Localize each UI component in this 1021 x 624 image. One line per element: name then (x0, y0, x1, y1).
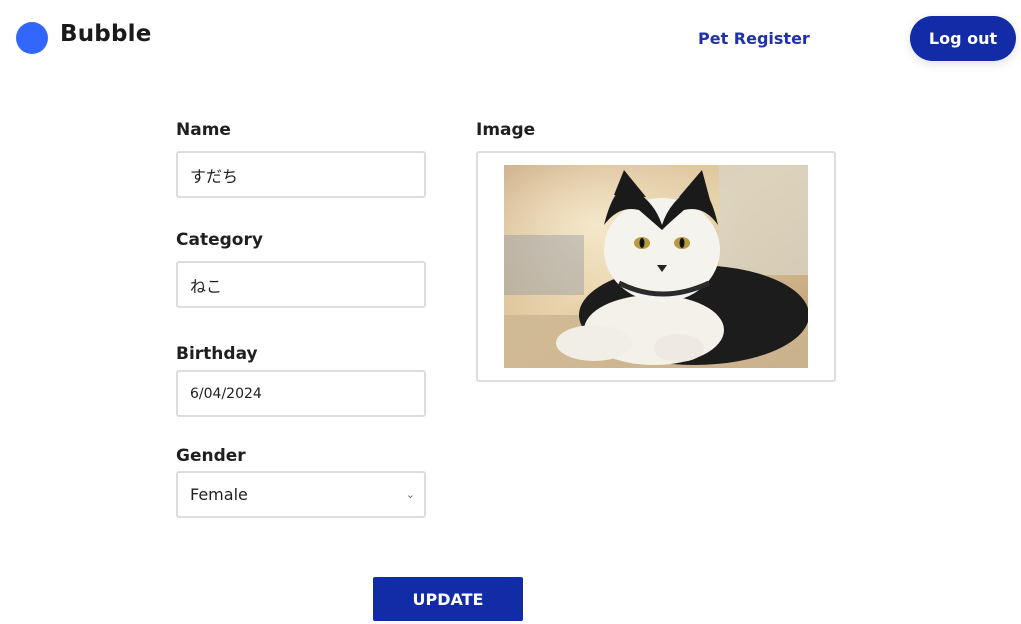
gender-select[interactable]: Female ⌄ (176, 471, 426, 518)
nav-link-pet-register[interactable]: Pet Register (698, 29, 810, 48)
image-label: Image (476, 120, 536, 140)
logo-icon (16, 22, 48, 54)
image-upload-box[interactable] (476, 151, 836, 382)
category-label: Category (176, 230, 263, 250)
update-button[interactable]: UPDATE (373, 577, 523, 621)
gender-select-value: Female (190, 485, 248, 504)
gender-label: Gender (176, 446, 246, 466)
category-input[interactable]: ねこ (176, 261, 426, 308)
pet-photo (504, 165, 808, 368)
brand-name: Bubble (60, 21, 152, 47)
chevron-down-icon: ⌄ (405, 488, 415, 501)
birthday-input[interactable]: 6/04/2024 (176, 370, 426, 417)
logout-button[interactable]: Log out (910, 16, 1016, 61)
birthday-label: Birthday (176, 344, 258, 364)
name-input[interactable]: すだち (176, 151, 426, 198)
name-label: Name (176, 120, 231, 140)
